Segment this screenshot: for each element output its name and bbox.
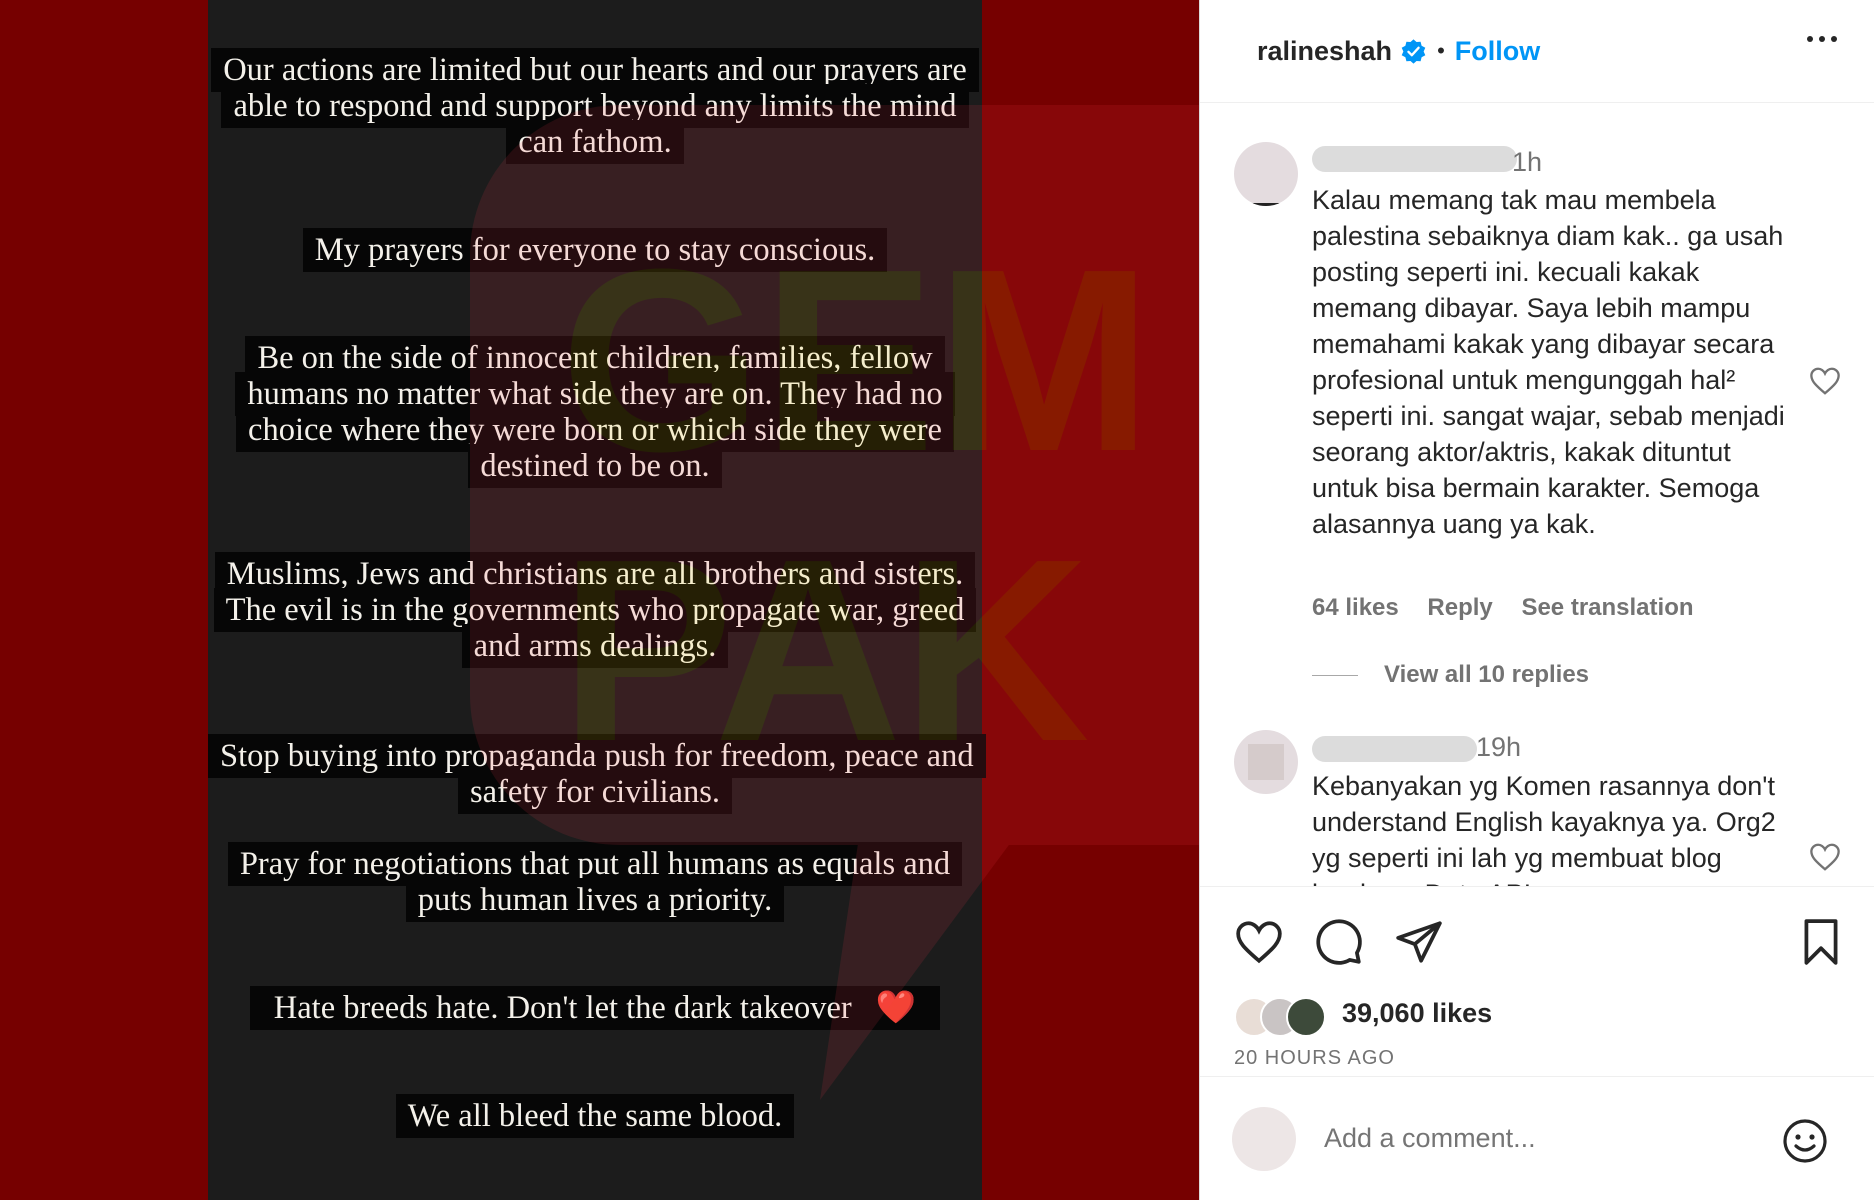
comment-like-heart-icon[interactable] [1808,366,1842,396]
view-replies-label: View all 10 replies [1384,661,1590,688]
follow-button[interactable]: Follow [1455,36,1540,67]
comment-time: 1h [1512,147,1543,177]
avatar [1232,1107,1296,1171]
comment-icon[interactable] [1314,917,1364,967]
emoji-icon[interactable] [1781,1117,1829,1165]
avatar[interactable] [1234,730,1298,794]
avatar [1286,997,1326,1037]
heart-emoji: ❤️ [863,986,929,1030]
comment-like-heart-icon[interactable] [1808,842,1842,872]
separator-dot: • [1437,38,1445,63]
blurred-username [1312,736,1477,762]
story-caption: Hate breeds hate. Don't let the dark tak… [208,986,982,1030]
share-icon[interactable] [1394,917,1444,967]
story-caption: We all bleed the same blood. [208,1094,982,1138]
story-caption: Stop buying into propaganda push for fre… [208,734,986,814]
avatar[interactable] [1234,142,1298,206]
comment-time: 19h [1476,732,1522,762]
more-options-icon[interactable] [1807,36,1837,42]
comment-likes-count[interactable]: 64 likes [1312,594,1399,621]
comment-text: Kalau memang tak mau membela palestina s… [1312,185,1785,539]
post-info-panel: ralineshah • Follow 1h Kalau memang tak … [1199,0,1874,1200]
comments-list[interactable]: 1h Kalau memang tak mau membela palestin… [1200,104,1874,886]
heart-icon[interactable] [1234,917,1284,967]
username-link[interactable]: ralineshah [1257,36,1392,67]
bookmark-icon[interactable] [1796,917,1846,967]
story-caption: Pray for negotiations that put all human… [208,842,982,922]
post-timestamp[interactable]: 20 HOURS AGO [1234,1047,1395,1070]
view-replies-button[interactable]: View all 10 replies [1312,661,1589,689]
action-bar: 39,060 likes 20 HOURS AGO [1200,886,1874,1076]
blurred-username [1312,146,1517,172]
story-caption: Be on the side of innocent children, fam… [208,336,982,488]
post-media: Our actions are limited but our hearts a… [0,0,1199,1200]
reply-button[interactable]: Reply [1427,594,1492,621]
likes-count[interactable]: 39,060 likes [1342,998,1492,1029]
story-image: Our actions are limited but our hearts a… [208,0,986,1200]
see-translation-button[interactable]: See translation [1521,594,1693,621]
replies-divider [1312,674,1358,676]
liker-avatars[interactable] [1234,997,1334,1039]
comment-input[interactable] [1324,1123,1744,1154]
story-caption: Our actions are limited but our hearts a… [208,48,982,164]
comment-meta: 64 likes Reply See translation [1312,594,1716,622]
comment-text: Kebanyakan yg Komen rasannya don't under… [1312,771,1776,886]
post-header: ralineshah • Follow [1200,0,1874,103]
story-caption: My prayers for everyone to stay consciou… [208,228,982,272]
verified-badge-icon [1401,38,1426,64]
story-caption: Muslims, Jews and christians are all bro… [208,552,982,668]
add-comment-bar [1200,1076,1874,1200]
